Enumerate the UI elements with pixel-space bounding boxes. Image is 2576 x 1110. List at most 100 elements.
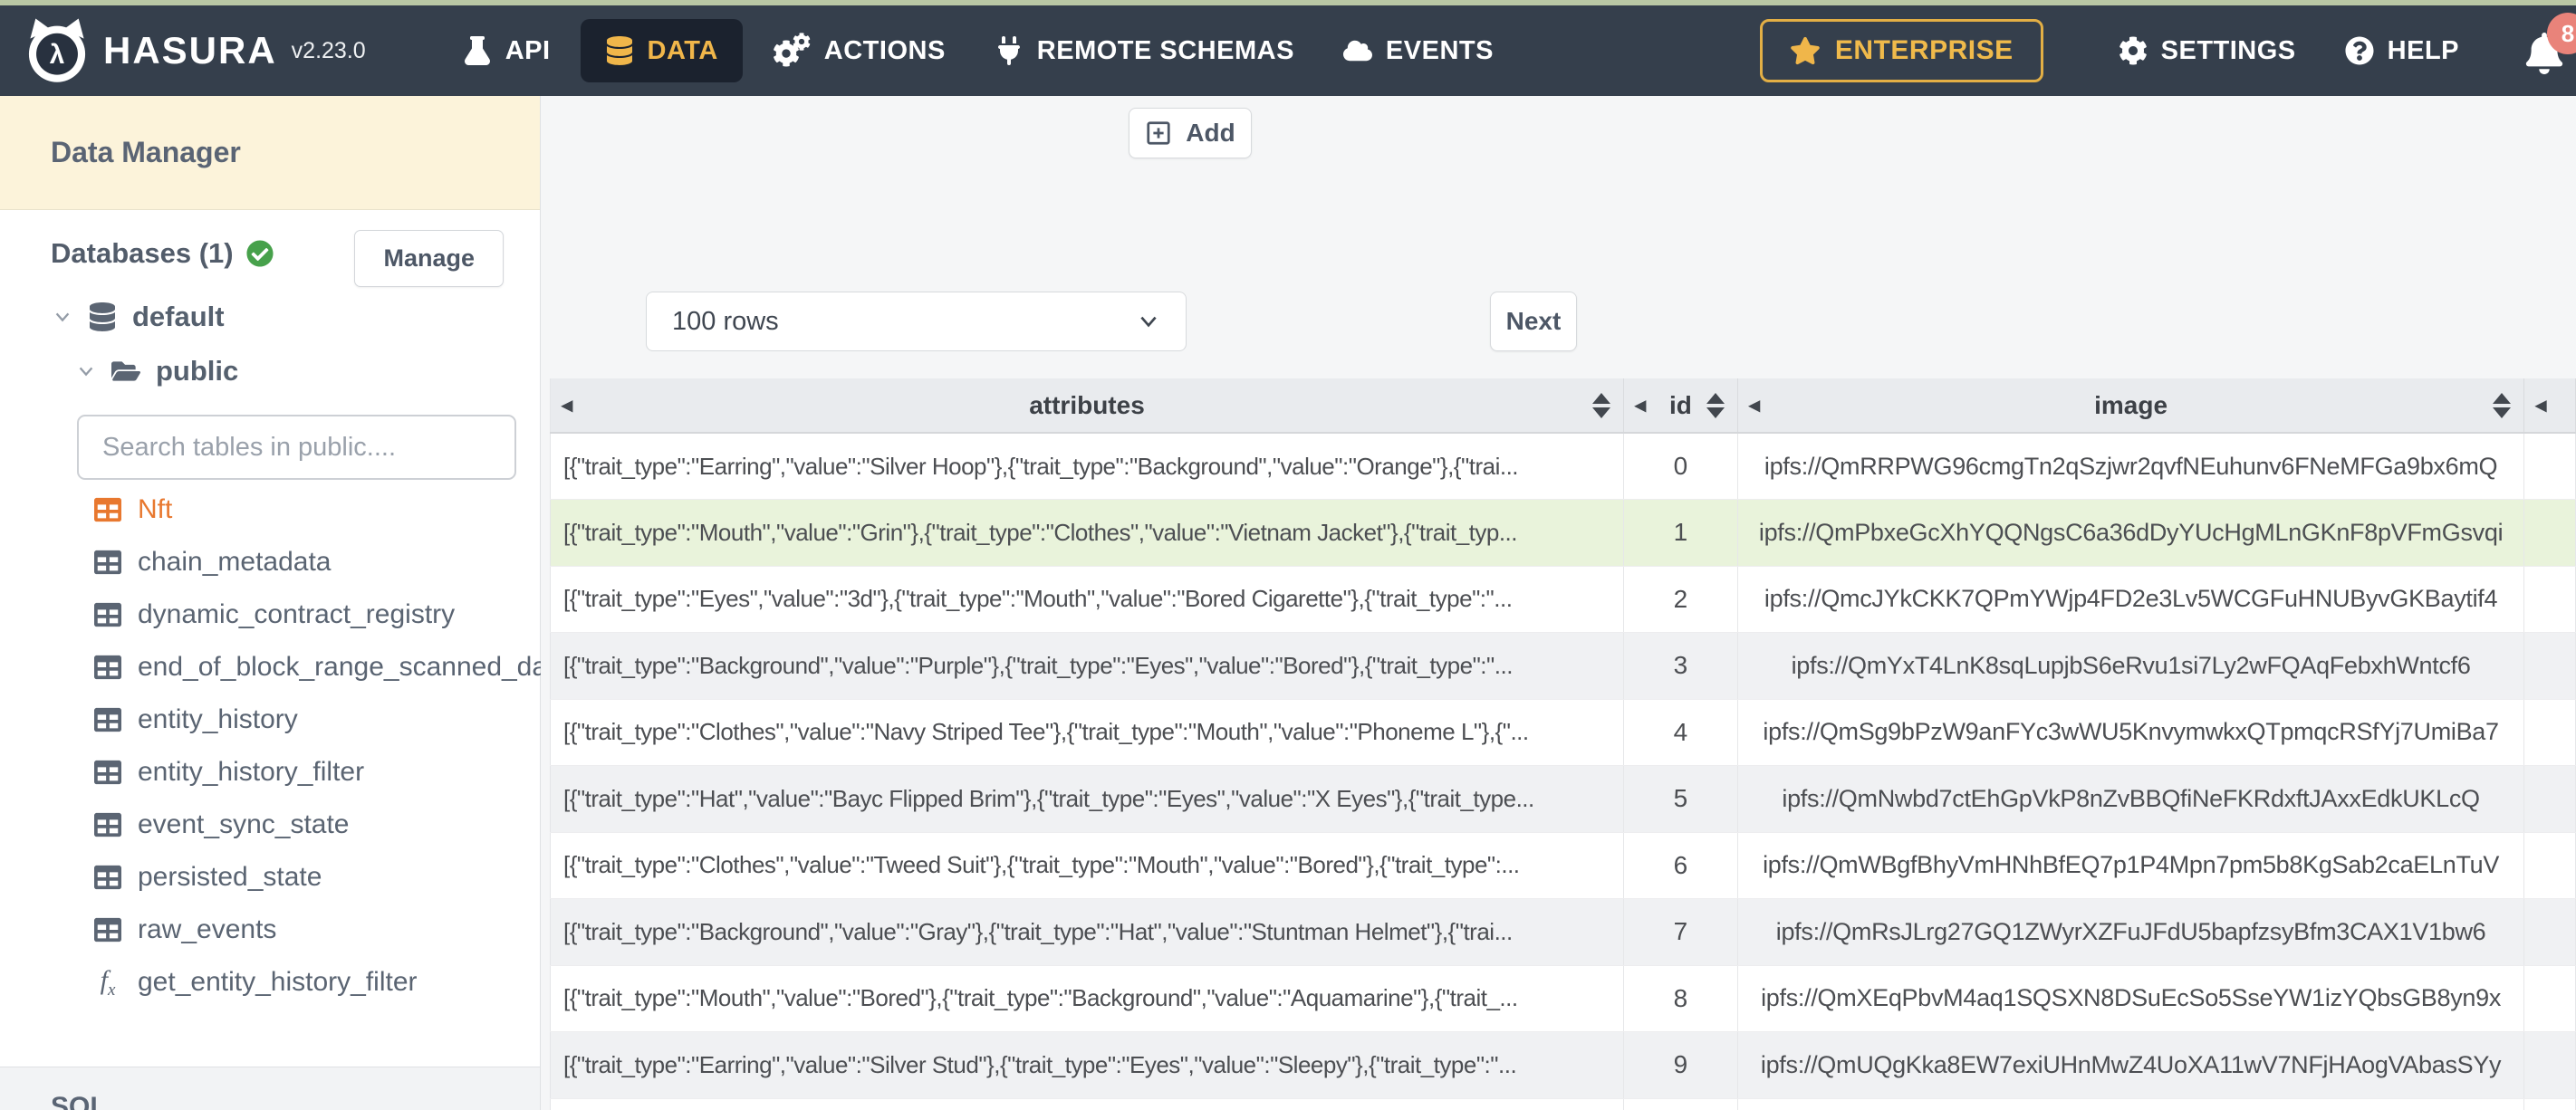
cell-attributes[interactable]: [{"trait_type":"Eyes","value":"3d"},{"tr… bbox=[550, 566, 1624, 633]
cell-image[interactable]: ipfs://QmUQgKka8EW7exiUHnMwZ4UoXA11wV7NF… bbox=[1737, 1031, 2525, 1099]
cell-image[interactable]: ipfs://QmXEqPbvM4aq1SQSXN8DSuEcSo5SseYW1… bbox=[1737, 965, 2525, 1032]
nav-item-remote-schemas[interactable]: REMOTE SCHEMAS bbox=[970, 5, 1319, 96]
cell-attributes[interactable]: [{"trait_type":"Clothes","value":"Tweed … bbox=[550, 832, 1624, 899]
top-navbar: λ HASURA v2.23.0 API DATA ACTIONS REMOTE… bbox=[0, 5, 2576, 96]
cell-id[interactable]: 9 bbox=[1623, 1031, 1738, 1099]
cell-image[interactable]: ipfs://QmcJYkCKK7QPmYWjp4FD2e3Lv5WCGFuHN… bbox=[1737, 566, 2525, 633]
function-item[interactable]: fx get_entity_history_filter bbox=[0, 956, 540, 1009]
cell-image[interactable]: ipfs://QmRsJLrg27GQ1ZWyrXZFuJFdU5bapfzsy… bbox=[1737, 898, 2525, 966]
table-item[interactable]: persisted_state bbox=[0, 851, 540, 904]
nav-item-api[interactable]: API bbox=[438, 5, 575, 96]
cell-attributes[interactable]: [{"trait_type":"Background","value":"Pur… bbox=[550, 632, 1624, 700]
cell-id[interactable]: 1 bbox=[1623, 499, 1738, 567]
column-header-attributes[interactable]: attributes bbox=[550, 378, 1624, 434]
cell-attributes[interactable]: [{"trait_type":"Earring","value":"Silver… bbox=[550, 1031, 1624, 1099]
collapse-column-icon[interactable] bbox=[1635, 395, 1646, 416]
table-item[interactable]: end_of_block_range_scanned_data bbox=[0, 641, 570, 694]
sidebar-footer-sql[interactable]: SQL bbox=[0, 1067, 540, 1110]
nav-item-help[interactable]: HELP bbox=[2321, 5, 2484, 96]
nav-item-actions[interactable]: ACTIONS bbox=[748, 5, 970, 96]
cell-attributes[interactable]: [{"trait_type":"Hat","value":"Bayc Flipp… bbox=[550, 765, 1624, 833]
cell-image[interactable]: ipfs://QmYxT4LnK8sqLupjbS6eRvu1si7Ly2wFQ… bbox=[1737, 632, 2525, 700]
tree-node-schema[interactable]: public bbox=[76, 355, 540, 388]
table-row[interactable]: [{"trait_type":"Mouth","value":"Bored"},… bbox=[550, 965, 2576, 1032]
rows-table: attributes id image bbox=[550, 378, 2576, 1110]
collapse-column-icon[interactable] bbox=[1749, 395, 1760, 416]
table-row-clipped bbox=[550, 1098, 2576, 1110]
table-header-row: attributes id image bbox=[550, 378, 2576, 434]
cell-id[interactable]: 6 bbox=[1623, 832, 1738, 899]
cell-id[interactable]: 0 bbox=[1623, 433, 1738, 500]
cell-attributes[interactable]: [{"trait_type":"Earring","value":"Silver… bbox=[550, 433, 1624, 500]
cell-clipped bbox=[2523, 632, 2576, 700]
navbar-right: ENTERPRISE SETTINGS HELP 8 bbox=[1759, 5, 2576, 96]
column-header-id[interactable]: id bbox=[1623, 378, 1738, 434]
gears-icon bbox=[773, 33, 811, 67]
table-item[interactable]: entity_history_filter bbox=[0, 746, 540, 799]
collapse-column-icon[interactable] bbox=[562, 395, 572, 416]
table-row-highlighted[interactable]: [{"trait_type":"Mouth","value":"Grin"},{… bbox=[550, 499, 2576, 567]
table-item-label: chain_metadata bbox=[138, 547, 332, 577]
table-row[interactable]: [{"trait_type":"Clothes","value":"Navy S… bbox=[550, 699, 2576, 766]
table-item-label: persisted_state bbox=[138, 862, 322, 892]
nav-label: REMOTE SCHEMAS bbox=[1036, 35, 1294, 65]
cell-clipped bbox=[2523, 1098, 2576, 1110]
table-item[interactable]: event_sync_state bbox=[0, 799, 540, 851]
cell-image[interactable]: ipfs://QmPbxeGcXhYQQNgsC6a36dDyYUcHgMLnG… bbox=[1737, 499, 2525, 567]
cell-attributes[interactable]: [{"trait_type":"Clothes","value":"Navy S… bbox=[550, 699, 1624, 766]
table-item[interactable]: entity_history bbox=[0, 694, 540, 746]
table-row[interactable]: [{"trait_type":"Background","value":"Gra… bbox=[550, 898, 2576, 966]
enterprise-button[interactable]: ENTERPRISE bbox=[1759, 19, 2043, 82]
manage-button[interactable]: Manage bbox=[354, 230, 504, 287]
cell-attributes[interactable]: [{"trait_type":"Background","value":"Gra… bbox=[550, 898, 1624, 966]
table-icon bbox=[94, 497, 121, 522]
table-icon bbox=[94, 760, 121, 785]
enterprise-label: ENTERPRISE bbox=[1834, 35, 2014, 65]
column-header-clipped[interactable] bbox=[2523, 378, 2576, 434]
chevron-down-icon[interactable] bbox=[76, 361, 96, 381]
nav-item-data[interactable]: DATA bbox=[580, 19, 743, 82]
table-row[interactable]: [{"trait_type":"Eyes","value":"3d"},{"tr… bbox=[550, 566, 2576, 633]
table-item[interactable]: dynamic_contract_registry bbox=[0, 588, 540, 641]
table-item-nft[interactable]: Nft bbox=[0, 483, 540, 536]
cell-attributes[interactable]: [{"trait_type":"Mouth","value":"Grin"},{… bbox=[550, 499, 1624, 567]
search-tables-input[interactable] bbox=[77, 415, 516, 480]
cell-id[interactable]: 3 bbox=[1623, 632, 1738, 700]
rows-per-page-select[interactable]: 100 rows bbox=[646, 292, 1187, 351]
sort-icon[interactable] bbox=[1706, 392, 1725, 418]
cell-image[interactable]: ipfs://QmWBgfBhyVmHNhBfEQ7p1P4Mpn7pm5b8K… bbox=[1737, 832, 2525, 899]
table-row[interactable]: [{"trait_type":"Hat","value":"Bayc Flipp… bbox=[550, 765, 2576, 833]
cell-id[interactable]: 7 bbox=[1623, 898, 1738, 966]
cell-image[interactable]: ipfs://QmRRPWG96cmgTn2qSzjwr2qvfNEuhunv6… bbox=[1737, 433, 2525, 500]
cell-image[interactable]: ipfs://QmNwbd7ctEhGpVkP8nZvBBQfiNeFKRdxf… bbox=[1737, 765, 2525, 833]
column-header-image[interactable]: image bbox=[1737, 378, 2525, 434]
table-item[interactable]: chain_metadata bbox=[0, 536, 540, 588]
cell-id[interactable]: 5 bbox=[1623, 765, 1738, 833]
tables-list: Nft chain_metadata dynamic_contract_regi… bbox=[0, 483, 570, 1009]
sort-icon[interactable] bbox=[2493, 392, 2512, 418]
cell-id[interactable]: 4 bbox=[1623, 699, 1738, 766]
table-row[interactable]: [{"trait_type":"Earring","value":"Silver… bbox=[550, 433, 2576, 500]
cell-id[interactable]: 8 bbox=[1623, 965, 1738, 1032]
cell-image[interactable]: ipfs://QmSg9bPzW9anFYc3wWU5KnvymwkxQTpmq… bbox=[1737, 699, 2525, 766]
rows-per-page-value: 100 rows bbox=[672, 306, 779, 336]
nav-item-events[interactable]: EVENTS bbox=[1319, 5, 1518, 96]
cell-id[interactable]: 2 bbox=[1623, 566, 1738, 633]
table-row[interactable]: [{"trait_type":"Earring","value":"Silver… bbox=[550, 1031, 2576, 1099]
add-row-button[interactable]: Add bbox=[1129, 108, 1252, 158]
notifications-button[interactable]: 8 bbox=[2523, 13, 2576, 76]
collapse-column-icon[interactable] bbox=[2535, 395, 2546, 416]
table-item[interactable]: raw_events bbox=[0, 904, 540, 956]
table-row[interactable]: [{"trait_type":"Background","value":"Pur… bbox=[550, 632, 2576, 700]
chevron-down-icon[interactable] bbox=[53, 307, 72, 327]
table-row[interactable]: [{"trait_type":"Clothes","value":"Tweed … bbox=[550, 832, 2576, 899]
sort-icon[interactable] bbox=[1592, 392, 1610, 418]
question-circle-icon bbox=[2345, 36, 2374, 65]
cell-attributes[interactable]: [{"trait_type":"Mouth","value":"Bored"},… bbox=[550, 965, 1624, 1032]
tree-node-database[interactable]: default bbox=[53, 301, 540, 333]
next-page-button[interactable]: Next bbox=[1490, 292, 1577, 351]
table-icon bbox=[94, 917, 121, 943]
nav-item-settings[interactable]: SETTINGS bbox=[2094, 5, 2321, 96]
hasura-console: λ HASURA v2.23.0 API DATA ACTIONS REMOTE… bbox=[0, 0, 2576, 1110]
table-icon bbox=[94, 602, 121, 627]
